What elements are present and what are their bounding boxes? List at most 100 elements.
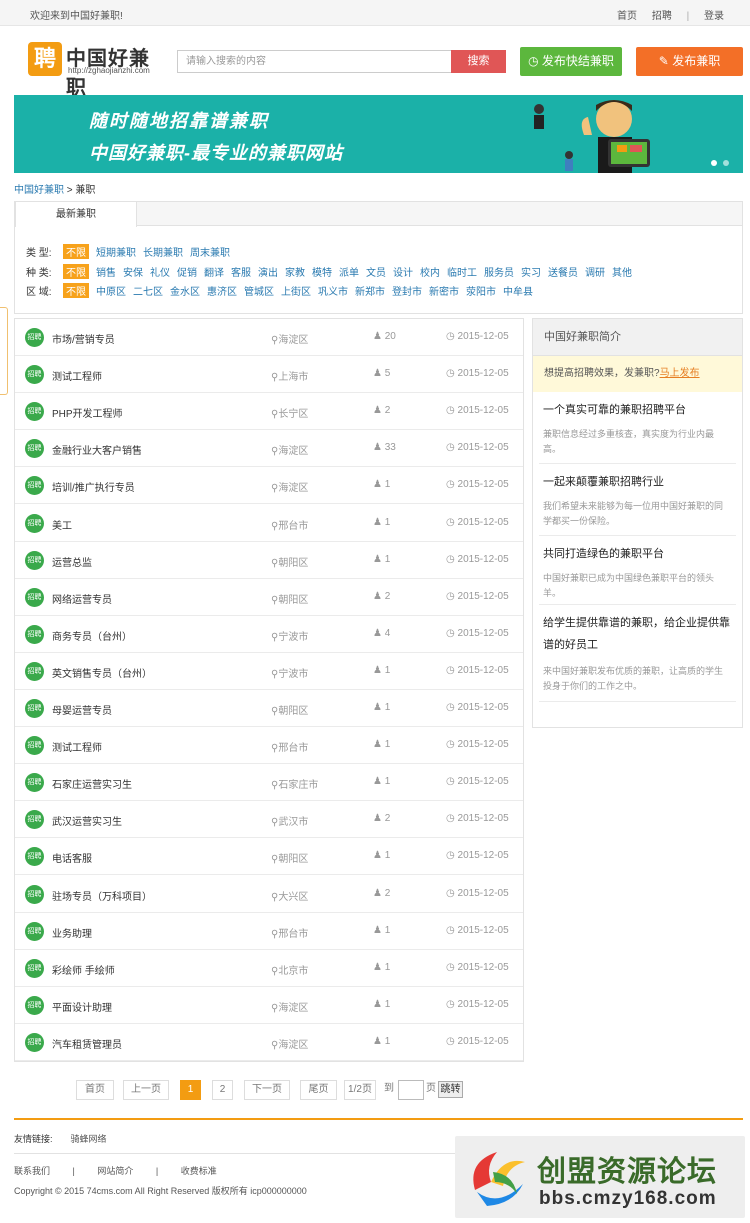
filter-tag[interactable]: 安保: [123, 264, 143, 279]
filter-tag[interactable]: 其他: [612, 264, 632, 279]
page-prev[interactable]: 上一页: [123, 1080, 169, 1100]
page-first[interactable]: 首页: [76, 1080, 114, 1100]
page-last[interactable]: 尾页: [300, 1080, 337, 1100]
job-row[interactable]: 招聘 网络运营专员 ⚲朝阳区 ♟ 2 ◷ 2015-12-05: [15, 579, 523, 616]
job-title[interactable]: 业务助理: [52, 925, 92, 940]
job-row[interactable]: 招聘 母婴运营专员 ⚲朝阳区 ♟ 1 ◷ 2015-12-05: [15, 690, 523, 727]
top-nav-login[interactable]: 登录: [704, 11, 724, 22]
tab-latest-jobs[interactable]: 最新兼职: [15, 201, 137, 227]
filter-tag[interactable]: 校内: [420, 264, 440, 279]
job-row[interactable]: 招聘 电话客服 ⚲朝阳区 ♟ 1 ◷ 2015-12-05: [15, 838, 523, 876]
filter-tag[interactable]: 翻译: [204, 264, 224, 279]
side-float-tab[interactable]: [0, 307, 8, 395]
job-row[interactable]: 招聘 汽车租赁管理员 ⚲海淀区 ♟ 1 ◷ 2015-12-05: [15, 1024, 523, 1061]
filter-tag[interactable]: 不限: [63, 264, 89, 279]
job-title[interactable]: 母婴运营专员: [52, 702, 112, 717]
job-title[interactable]: 市场/营销专员: [52, 331, 115, 346]
filter-tag[interactable]: 金水区: [170, 283, 200, 298]
filter-tag[interactable]: 服务员: [484, 264, 514, 279]
promo-link[interactable]: 马上发布: [660, 368, 700, 379]
job-row[interactable]: 招聘 石家庄运营实习生 ⚲石家庄市 ♟ 1 ◷ 2015-12-05: [15, 764, 523, 802]
filter-tag[interactable]: 短期兼职: [96, 244, 136, 259]
filter-tag[interactable]: 中牟县: [503, 283, 533, 298]
filter-tag[interactable]: 家教: [285, 264, 305, 279]
filter-tag[interactable]: 新郑市: [355, 283, 385, 298]
filter-tag[interactable]: 促销: [177, 264, 197, 279]
filter-tag[interactable]: 设计: [393, 264, 413, 279]
filter-tag[interactable]: 巩义市: [318, 283, 348, 298]
page-1[interactable]: 1: [180, 1080, 201, 1100]
filter-tag[interactable]: 模特: [312, 264, 332, 279]
filter-tag[interactable]: 客服: [231, 264, 251, 279]
job-title[interactable]: 商务专员（台州）: [52, 628, 132, 643]
job-title[interactable]: 石家庄运营实习生: [52, 776, 132, 791]
job-row[interactable]: 招聘 培训/推广执行专员 ⚲海淀区 ♟ 1 ◷ 2015-12-05: [15, 467, 523, 505]
banner-dot-1[interactable]: [711, 160, 717, 166]
job-title[interactable]: 金融行业大客户销售: [52, 442, 142, 457]
page-2[interactable]: 2: [212, 1080, 233, 1100]
job-title[interactable]: 电话客服: [52, 850, 92, 865]
footer-link-contact[interactable]: 联系我们: [14, 1164, 50, 1177]
banner-dot-2[interactable]: [723, 160, 729, 166]
breadcrumb-home[interactable]: 中国好兼职: [14, 185, 64, 196]
top-nav-recruit[interactable]: 招聘: [652, 11, 672, 22]
filter-tag[interactable]: 实习: [521, 264, 541, 279]
job-title[interactable]: 汽车租赁管理员: [52, 1036, 122, 1051]
job-title[interactable]: 美工: [52, 517, 72, 532]
site-logo[interactable]: 聘 中国好兼职 http://zghaojianzhi.com: [28, 42, 168, 99]
filter-tag[interactable]: 惠济区: [207, 283, 237, 298]
filter-tag[interactable]: 派单: [339, 264, 359, 279]
filter-tag[interactable]: 荥阳市: [466, 283, 496, 298]
filter-tag[interactable]: 长期兼职: [143, 244, 183, 259]
search-button[interactable]: 搜索: [451, 50, 506, 73]
filter-tag[interactable]: 二七区: [133, 283, 163, 298]
job-row[interactable]: 招聘 彩绘师 手绘师 ⚲北京市 ♟ 1 ◷ 2015-12-05: [15, 950, 523, 987]
footer-link-about[interactable]: 网站简介: [97, 1164, 133, 1177]
job-title[interactable]: 测试工程师: [52, 739, 102, 754]
filter-tag[interactable]: 周末兼职: [190, 244, 230, 259]
filter-tag[interactable]: 不限: [63, 283, 89, 298]
filter-tag[interactable]: 登封市: [392, 283, 422, 298]
filter-tag[interactable]: 中原区: [96, 283, 126, 298]
job-row[interactable]: 招聘 测试工程师 ⚲上海市 ♟ 5 ◷ 2015-12-05: [15, 356, 523, 394]
job-title[interactable]: 武汉运营实习生: [52, 813, 122, 828]
search-input[interactable]: 请输入搜索的内容: [177, 50, 451, 73]
job-row[interactable]: 招聘 驻场专员（万科项目） ⚲大兴区 ♟ 2 ◷ 2015-12-05: [15, 876, 523, 913]
job-row[interactable]: 招聘 英文销售专员（台州） ⚲宁波市 ♟ 1 ◷ 2015-12-05: [15, 653, 523, 690]
job-title[interactable]: 网络运营专员: [52, 591, 112, 606]
job-row[interactable]: 招聘 业务助理 ⚲邢台市 ♟ 1 ◷ 2015-12-05: [15, 913, 523, 950]
filter-tag[interactable]: 新密市: [429, 283, 459, 298]
filter-tag[interactable]: 送餐员: [548, 264, 578, 279]
job-row[interactable]: 招聘 测试工程师 ⚲邢台市 ♟ 1 ◷ 2015-12-05: [15, 727, 523, 765]
job-title[interactable]: PHP开发工程师: [52, 405, 123, 420]
filter-tag[interactable]: 上街区: [281, 283, 311, 298]
footer-link-pricing[interactable]: 收费标准: [181, 1164, 217, 1177]
page-jump-button[interactable]: 跳转: [438, 1081, 463, 1098]
job-row[interactable]: 招聘 金融行业大客户销售 ⚲海淀区 ♟ 33 ◷ 2015-12-05: [15, 430, 523, 468]
job-title[interactable]: 测试工程师: [52, 368, 102, 383]
job-title[interactable]: 运营总监: [52, 554, 92, 569]
filter-tag[interactable]: 管城区: [244, 283, 274, 298]
hero-banner[interactable]: 随时随地招靠谱兼职 中国好兼职-最专业的兼职网站: [14, 95, 743, 173]
filter-tag[interactable]: 不限: [63, 244, 89, 259]
job-title[interactable]: 平面设计助理: [52, 999, 112, 1014]
filter-tag[interactable]: 演出: [258, 264, 278, 279]
job-title[interactable]: 彩绘师 手绘师: [52, 962, 115, 977]
job-row[interactable]: 招聘 运营总监 ⚲朝阳区 ♟ 1 ◷ 2015-12-05: [15, 542, 523, 579]
job-row[interactable]: 招聘 PHP开发工程师 ⚲长宁区 ♟ 2 ◷ 2015-12-05: [15, 393, 523, 431]
job-row[interactable]: 招聘 武汉运营实习生 ⚲武汉市 ♟ 2 ◷ 2015-12-05: [15, 801, 523, 839]
job-row[interactable]: 招聘 市场/营销专员 ⚲海淀区 ♟ 20 ◷ 2015-12-05: [15, 319, 523, 356]
filter-tag[interactable]: 礼仪: [150, 264, 170, 279]
top-nav-home[interactable]: 首页: [617, 11, 637, 22]
post-job-button[interactable]: ✎ 发布兼职: [636, 47, 743, 76]
job-title[interactable]: 驻场专员（万科项目）: [52, 888, 152, 903]
page-next[interactable]: 下一页: [244, 1080, 290, 1100]
filter-tag[interactable]: 文员: [366, 264, 386, 279]
page-jump-input[interactable]: [398, 1080, 424, 1100]
friend-link[interactable]: 骑蜂网络: [71, 1134, 107, 1144]
job-row[interactable]: 招聘 美工 ⚲邢台市 ♟ 1 ◷ 2015-12-05: [15, 505, 523, 542]
job-row[interactable]: 招聘 商务专员（台州） ⚲宁波市 ♟ 4 ◷ 2015-12-05: [15, 616, 523, 653]
job-title[interactable]: 培训/推广执行专员: [52, 479, 135, 494]
filter-tag[interactable]: 调研: [585, 264, 605, 279]
filter-tag[interactable]: 临时工: [447, 264, 477, 279]
